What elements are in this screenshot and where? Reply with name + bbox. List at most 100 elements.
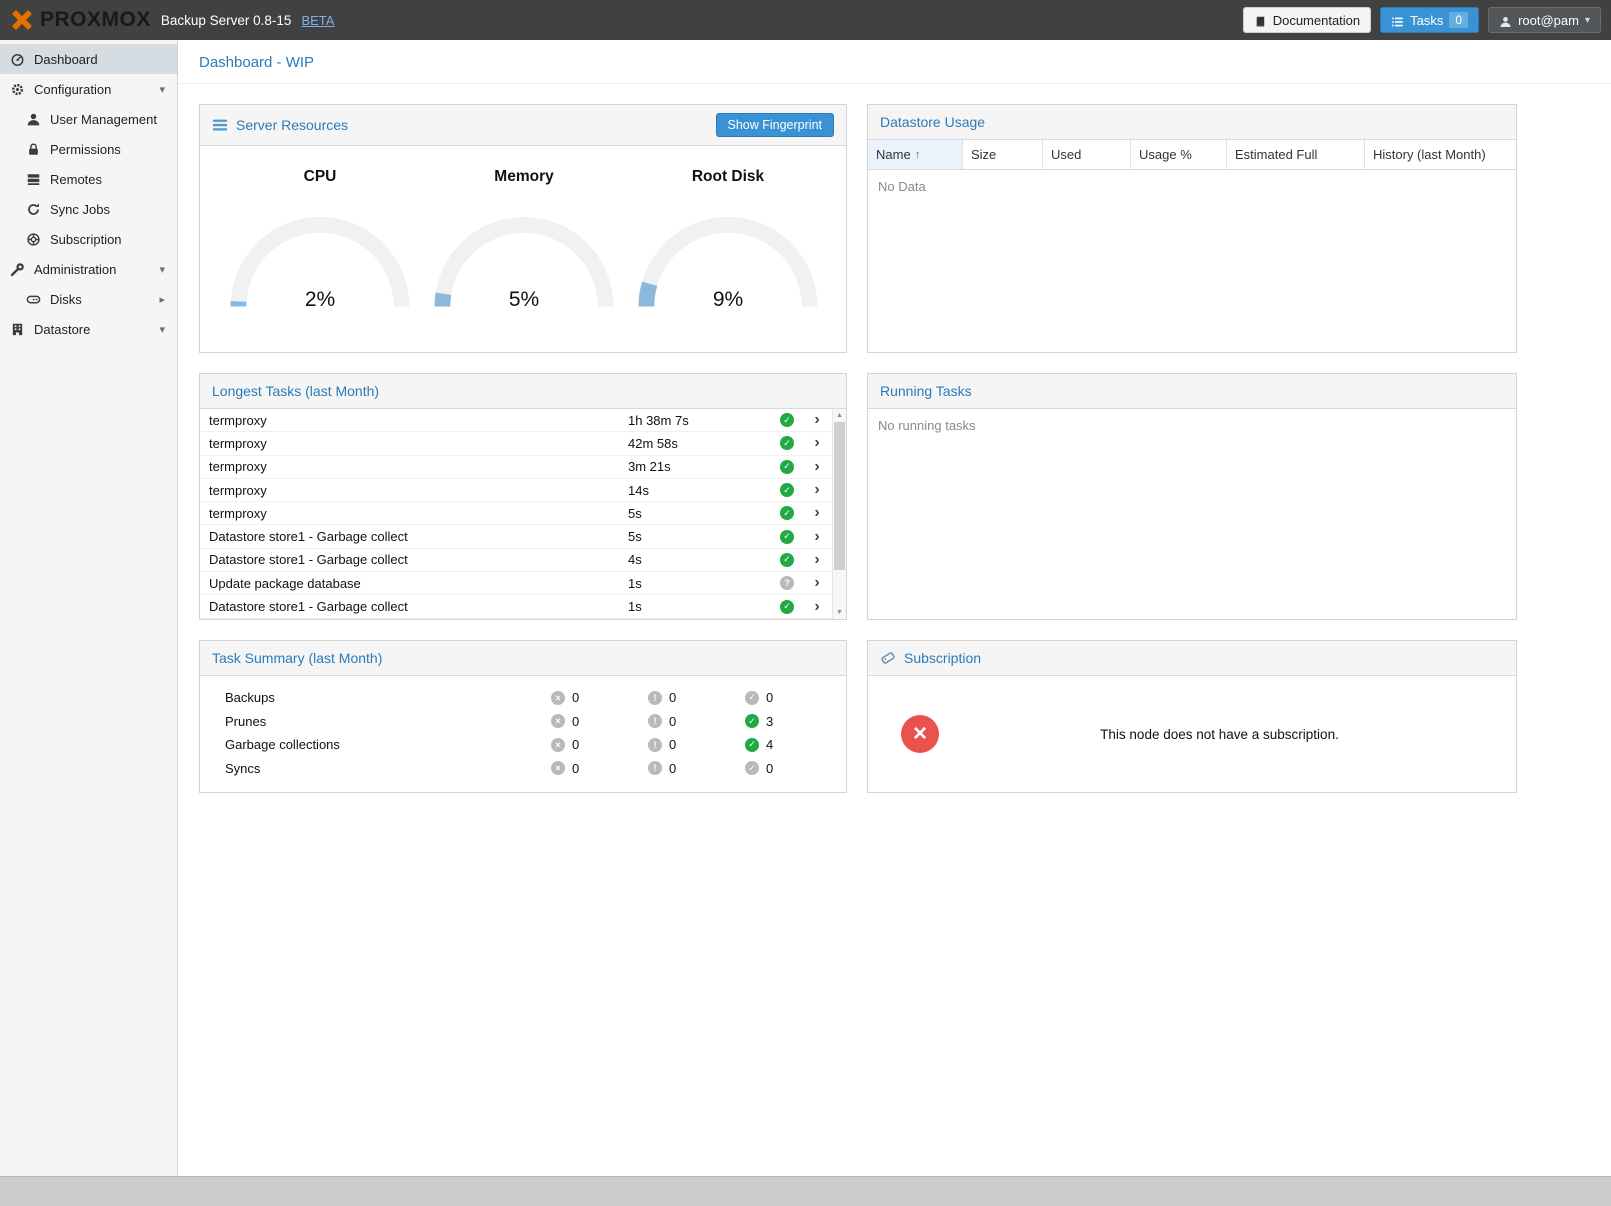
task-name: Datastore store1 - Garbage collect: [209, 552, 628, 567]
proxmox-logo[interactable]: PROXMOX: [10, 8, 151, 32]
column-header-used[interactable]: Used: [1043, 140, 1131, 169]
task-row[interactable]: termproxy3m 21s✓›: [200, 456, 832, 479]
documentation-button[interactable]: Documentation: [1243, 7, 1371, 33]
task-row[interactable]: Update package database1s?›: [200, 572, 832, 595]
no-subscription-icon: ×: [901, 715, 939, 753]
gauge-label: Memory: [422, 168, 626, 186]
sidebar-item-dashboard[interactable]: Dashboard: [0, 44, 177, 74]
beta-link[interactable]: BETA: [301, 13, 334, 28]
gauge-root-disk: Root Disk9%: [626, 168, 830, 314]
caret-down-icon: ▾: [159, 263, 167, 276]
ok-status-icon: ✓: [780, 600, 794, 614]
sidebar-item-disks[interactable]: Disks▸: [0, 284, 177, 314]
topbar-actions: Documentation Tasks 0 root@pam ▾: [1243, 7, 1601, 33]
task-row[interactable]: Datastore store1 - Garbage collect5s✓›: [200, 525, 832, 548]
task-summary-body: Backups×0!0✓0Prunes×0!0✓3Garbage collect…: [200, 676, 846, 792]
ok-status-icon: ✓: [780, 413, 794, 427]
task-row[interactable]: termproxy14s✓›: [200, 479, 832, 502]
column-header-usage[interactable]: Usage %: [1131, 140, 1227, 169]
task-row[interactable]: Datastore store1 - Garbage collect1s✓›: [200, 595, 832, 618]
error-status-icon: ×: [551, 738, 565, 752]
refresh-icon: [26, 202, 41, 217]
warning-status-icon: !: [648, 761, 662, 775]
column-header-name[interactable]: Name↑: [868, 140, 963, 169]
task-rows: termproxy1h 38m 7s✓›termproxy42m 58s✓›te…: [200, 409, 832, 619]
caret-right-icon: ▸: [159, 293, 167, 306]
sidebar-item-subscription[interactable]: Subscription: [0, 224, 177, 254]
error-count: 0: [572, 714, 579, 729]
show-fingerprint-button[interactable]: Show Fingerprint: [716, 113, 835, 137]
datastore-columns: Name↑ Size UsedUsage %Estimated FullHistor…: [868, 140, 1516, 170]
task-row[interactable]: Datastore store1 - Garbage collect4s✓›: [200, 549, 832, 572]
chevron-right-icon[interactable]: ›: [804, 529, 830, 545]
error-status-icon: ×: [551, 761, 565, 775]
task-row[interactable]: termproxy42m 58s✓›: [200, 432, 832, 455]
sidebar-item-administration[interactable]: Administration▾: [0, 254, 177, 284]
user-menu-button[interactable]: root@pam ▾: [1488, 7, 1601, 33]
page-title: Dashboard - WIP: [178, 40, 1611, 84]
task-row[interactable]: termproxy5s✓›: [200, 502, 832, 525]
ok-count: 4: [766, 737, 773, 752]
scroll-down-icon[interactable]: ▼: [833, 606, 846, 619]
datastore-empty-text: No Data: [868, 170, 1516, 203]
ok-status-icon: ✓: [745, 714, 759, 728]
chevron-right-icon[interactable]: ›: [804, 482, 830, 498]
user-icon: [26, 112, 41, 127]
gauge-cpu: CPU2%: [218, 168, 422, 314]
chevron-right-icon[interactable]: ›: [804, 435, 830, 451]
task-duration: 1h 38m 7s: [628, 413, 770, 428]
column-header-estimated-full[interactable]: Estimated Full: [1227, 140, 1365, 169]
chevron-right-icon[interactable]: ›: [804, 412, 830, 428]
subscription-title: Subscription: [904, 650, 981, 666]
column-header-history-last-month[interactable]: History (last Month): [1365, 140, 1516, 169]
chevron-right-icon[interactable]: ›: [804, 575, 830, 591]
subscription-panel: Subscription × This node does not have a…: [867, 640, 1517, 793]
sidebar-item-sync-jobs[interactable]: Sync Jobs: [0, 194, 177, 224]
server-resources-title: Server Resources: [236, 117, 348, 133]
column-label: Size: [971, 147, 996, 162]
chevron-right-icon[interactable]: ›: [804, 505, 830, 521]
summary-row-syncs: Syncs×0!0✓0: [200, 757, 846, 781]
sidebar-item-datastore[interactable]: Datastore▾: [0, 314, 177, 344]
error-status-icon: ×: [551, 691, 565, 705]
warning-count: 0: [669, 714, 676, 729]
task-status: ✓: [770, 553, 804, 567]
sidebar-item-user-management[interactable]: User Management: [0, 104, 177, 134]
task-row[interactable]: termproxy1h 38m 7s✓›: [200, 409, 832, 432]
unknown-status-icon: ?: [780, 576, 794, 590]
gauge-value: 5%: [422, 288, 626, 312]
tasks-button[interactable]: Tasks 0: [1380, 7, 1479, 33]
chevron-right-icon[interactable]: ›: [804, 459, 830, 475]
chevron-right-icon[interactable]: ›: [804, 599, 830, 615]
gauge-memory: Memory 5%: [422, 168, 626, 314]
caret-down-icon: ▾: [159, 83, 167, 96]
server-resources-header: Server Resources Show Fingerprint: [200, 105, 846, 146]
sidebar-item-permissions[interactable]: Permissions: [0, 134, 177, 164]
lock-icon: [26, 142, 41, 157]
scrollbar[interactable]: ▲ ▼: [832, 409, 846, 619]
scroll-up-icon[interactable]: ▲: [833, 409, 846, 422]
documentation-label: Documentation: [1273, 13, 1360, 28]
task-duration: 42m 58s: [628, 436, 770, 451]
chevron-right-icon[interactable]: ›: [804, 552, 830, 568]
task-duration: 14s: [628, 483, 770, 498]
summary-row-prunes: Prunes×0!0✓3: [200, 710, 846, 734]
task-duration: 4s: [628, 552, 770, 567]
sidebar-item-remotes[interactable]: Remotes: [0, 164, 177, 194]
datastore-usage-panel: Datastore Usage Name↑SizeUsedUsage %Esti…: [867, 104, 1517, 353]
warning-status-icon: !: [648, 691, 662, 705]
scrollbar-thumb[interactable]: [834, 422, 845, 570]
sidebar-item-configuration[interactable]: Configuration▾: [0, 74, 177, 104]
task-status: ✓: [770, 506, 804, 520]
task-name: Datastore store1 - Garbage collect: [209, 599, 628, 614]
building-icon: [10, 322, 25, 337]
column-header-size[interactable]: Size: [963, 140, 1043, 169]
ok-status-icon: ✓: [745, 761, 759, 775]
error-count: 0: [572, 690, 579, 705]
user-label: root@pam: [1518, 13, 1579, 28]
task-status: ✓: [770, 460, 804, 474]
datastore-usage-body: Name↑ Size UsedUsage %Estimated FullHistor…: [868, 140, 1516, 352]
longest-tasks-header: Longest Tasks (last Month): [200, 374, 846, 409]
summary-label: Garbage collections: [225, 737, 551, 752]
longest-tasks-panel: Longest Tasks (last Month) termproxy1h 3…: [199, 373, 847, 620]
